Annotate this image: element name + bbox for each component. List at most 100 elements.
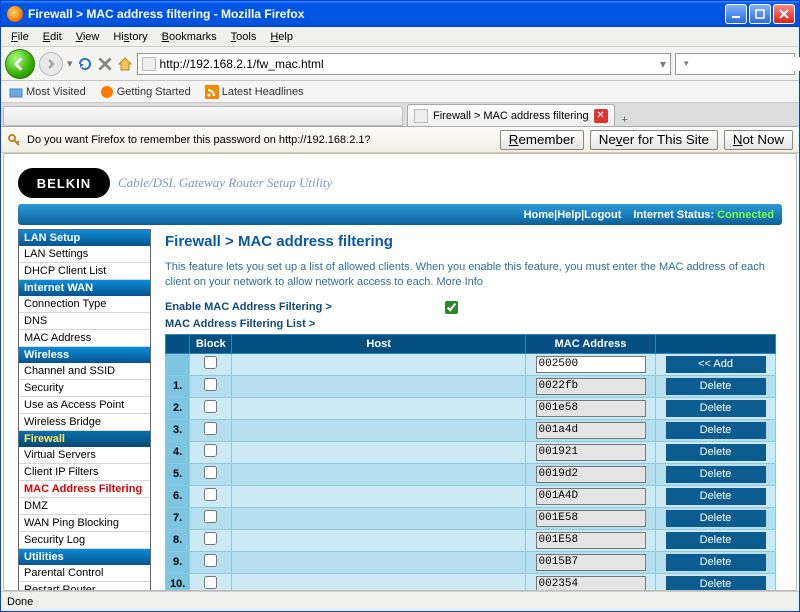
sidebar-item-mac-filtering[interactable]: MAC Address Filtering xyxy=(19,481,150,498)
mac-input[interactable] xyxy=(536,378,646,395)
block-checkbox[interactable] xyxy=(204,400,217,413)
sidebar-item-dhcp[interactable]: DHCP Client List xyxy=(19,263,150,280)
sidebar-item-client-ip-filters[interactable]: Client IP Filters xyxy=(19,464,150,481)
forward-button[interactable] xyxy=(39,52,63,76)
sidebar-item-lan-settings[interactable]: LAN Settings xyxy=(19,246,150,263)
row-number: 1. xyxy=(166,375,190,397)
menu-history[interactable]: History xyxy=(107,29,153,45)
bookmark-most-visited[interactable]: Most Visited xyxy=(5,84,90,100)
remember-button[interactable]: Remember xyxy=(500,130,584,150)
never-button[interactable]: Never for This Site xyxy=(590,130,718,150)
link-help[interactable]: Help xyxy=(557,209,581,221)
row-number: 8. xyxy=(166,529,190,551)
home-button[interactable] xyxy=(117,56,133,72)
block-checkbox[interactable] xyxy=(204,488,217,501)
delete-button[interactable]: Delete xyxy=(666,422,766,439)
bookmark-latest-headlines[interactable]: Latest Headlines xyxy=(201,84,308,100)
block-checkbox[interactable] xyxy=(204,510,217,523)
enable-filtering-checkbox[interactable] xyxy=(445,301,458,314)
bookmarks-bar: Most Visited Getting Started Latest Head… xyxy=(1,81,799,103)
mac-input-new[interactable] xyxy=(536,356,646,373)
more-info-link[interactable]: More Info xyxy=(436,276,482,288)
sidebar-item-restart[interactable]: Restart Router xyxy=(19,582,150,591)
table-row: 1. Delete xyxy=(166,375,776,397)
block-checkbox[interactable] xyxy=(204,554,217,567)
host-cell xyxy=(232,441,526,463)
block-checkbox[interactable] xyxy=(204,466,217,479)
sidebar-item-channel-ssid[interactable]: Channel and SSID xyxy=(19,363,150,380)
menu-view[interactable]: View xyxy=(70,29,106,45)
minimize-button[interactable] xyxy=(725,4,747,24)
firefox-icon xyxy=(7,6,23,22)
search-box[interactable]: ▾ xyxy=(675,53,795,75)
delete-button[interactable]: Delete xyxy=(666,488,766,505)
sidebar-item-connection-type[interactable]: Connection Type xyxy=(19,296,150,313)
delete-button[interactable]: Delete xyxy=(666,510,766,527)
back-button[interactable] xyxy=(5,49,35,79)
not-now-button[interactable]: Not Now xyxy=(724,130,793,150)
bookmark-getting-started[interactable]: Getting Started xyxy=(96,84,195,100)
link-home[interactable]: Home xyxy=(524,209,555,221)
block-checkbox-new[interactable] xyxy=(204,356,217,369)
sidebar-item-access-point[interactable]: Use as Access Point xyxy=(19,397,150,414)
row-number: 2. xyxy=(166,397,190,419)
sidebar-header-wan: Internet WAN xyxy=(19,280,150,296)
delete-button[interactable]: Delete xyxy=(666,466,766,483)
sidebar-item-parental[interactable]: Parental Control xyxy=(19,565,150,582)
url-bar[interactable]: ▾ xyxy=(137,53,671,75)
url-input[interactable] xyxy=(160,57,656,71)
block-checkbox[interactable] xyxy=(204,422,217,435)
sidebar-item-virtual-servers[interactable]: Virtual Servers xyxy=(19,447,150,464)
menu-help[interactable]: Help xyxy=(264,29,299,45)
link-logout[interactable]: Logout xyxy=(584,209,621,221)
page-title: Firewall > MAC address filtering xyxy=(165,233,776,250)
sidebar-item-security[interactable]: Security xyxy=(19,380,150,397)
mac-input[interactable] xyxy=(536,422,646,439)
mac-input[interactable] xyxy=(536,510,646,527)
delete-button[interactable]: Delete xyxy=(666,554,766,571)
row-number: 10. xyxy=(166,573,190,591)
block-checkbox[interactable] xyxy=(204,576,217,589)
mac-input[interactable] xyxy=(536,576,646,591)
sidebar-item-dns[interactable]: DNS xyxy=(19,313,150,330)
menu-file[interactable]: File xyxy=(5,29,35,45)
maximize-button[interactable] xyxy=(749,4,771,24)
delete-button[interactable]: Delete xyxy=(666,576,766,591)
key-icon xyxy=(7,133,21,147)
search-input[interactable] xyxy=(693,57,800,71)
sidebar-item-security-log[interactable]: Security Log xyxy=(19,532,150,549)
mac-input[interactable] xyxy=(536,488,646,505)
sidebar-item-wan-ping[interactable]: WAN Ping Blocking xyxy=(19,515,150,532)
menu-tools[interactable]: Tools xyxy=(225,29,263,45)
block-checkbox[interactable] xyxy=(204,378,217,391)
navigation-toolbar: ▾ ▾ ▾ xyxy=(1,47,799,81)
mac-input[interactable] xyxy=(536,400,646,417)
delete-button[interactable]: Delete xyxy=(666,444,766,461)
page-icon xyxy=(142,57,156,71)
add-button[interactable]: << Add xyxy=(666,356,766,373)
delete-button[interactable]: Delete xyxy=(666,400,766,417)
reload-button[interactable] xyxy=(77,56,93,72)
sidebar-item-mac-address[interactable]: MAC Address xyxy=(19,330,150,347)
tab-active[interactable]: Firewall > MAC address filtering ✕ xyxy=(407,104,615,126)
tab-blank[interactable] xyxy=(3,106,403,126)
menu-bookmarks[interactable]: Bookmarks xyxy=(156,29,223,45)
mac-input[interactable] xyxy=(536,444,646,461)
menu-edit[interactable]: Edit xyxy=(37,29,68,45)
sidebar-header-firewall: Firewall xyxy=(19,431,150,447)
block-checkbox[interactable] xyxy=(204,444,217,457)
belkin-topbar: Home | Help | Logout Internet Status: Co… xyxy=(18,204,782,225)
folder-icon xyxy=(9,85,23,99)
mac-input[interactable] xyxy=(536,466,646,483)
block-checkbox[interactable] xyxy=(204,532,217,545)
tab-close-button[interactable]: ✕ xyxy=(594,109,608,123)
stop-button[interactable] xyxy=(97,56,113,72)
sidebar-item-wireless-bridge[interactable]: Wireless Bridge xyxy=(19,414,150,431)
sidebar-item-dmz[interactable]: DMZ xyxy=(19,498,150,515)
delete-button[interactable]: Delete xyxy=(666,378,766,395)
mac-input[interactable] xyxy=(536,554,646,571)
mac-input[interactable] xyxy=(536,532,646,549)
close-button[interactable] xyxy=(773,4,795,24)
new-tab-button[interactable]: + xyxy=(615,114,635,126)
delete-button[interactable]: Delete xyxy=(666,532,766,549)
